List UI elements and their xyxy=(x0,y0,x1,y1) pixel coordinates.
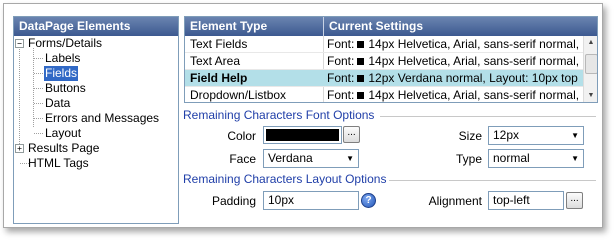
scroll-down-icon[interactable]: ▼ xyxy=(584,89,597,102)
expand-icon[interactable]: + xyxy=(15,144,24,153)
alignment-browse-button[interactable]: ... xyxy=(566,192,583,209)
color-swatch xyxy=(357,75,365,82)
tree-item-label: Data xyxy=(45,96,71,110)
current-settings-cell: Font: 14px Helvetica, Arial, sans-serif n… xyxy=(323,36,581,52)
tree-item-results-page[interactable]: + Results Page xyxy=(14,141,174,156)
chevron-down-icon: ▼ xyxy=(346,154,354,163)
grid-scrollbar[interactable]: ▲ ▼ xyxy=(583,36,597,102)
alignment-value: top-left xyxy=(493,193,530,207)
face-label: Face xyxy=(229,152,256,166)
tree-header: DataPage Elements xyxy=(14,17,178,36)
color-picker-field[interactable] xyxy=(263,126,342,144)
tree-item-label: Layout xyxy=(45,126,82,140)
datapage-settings-panel: DataPage Elements − Forms/Details Labels… xyxy=(3,3,603,228)
tree-item-labels[interactable]: Labels xyxy=(14,51,174,66)
size-select[interactable]: 12px ▼ xyxy=(488,126,584,145)
section-divider xyxy=(389,180,596,181)
font-prefix: Font: xyxy=(327,37,355,51)
padding-label: Padding xyxy=(211,194,256,208)
tree-item-fields[interactable]: Fields xyxy=(14,66,174,81)
settings-text: 14px Helvetica, Arial, sans-serif normal… xyxy=(368,37,580,51)
tree-item-label: HTML Tags xyxy=(28,156,89,170)
color-preview xyxy=(266,129,339,141)
element-type-cell: Text Fields xyxy=(190,37,248,51)
font-options-title: Remaining Characters Font Options xyxy=(183,108,375,122)
face-select-value: Verdana xyxy=(268,151,313,165)
tree-item-label: Buttons xyxy=(45,81,86,95)
font-prefix: Font: xyxy=(327,54,355,68)
tree-connector xyxy=(34,73,43,74)
tree-item-label: Labels xyxy=(45,51,81,65)
type-select[interactable]: normal ▼ xyxy=(488,149,584,168)
tree-connector xyxy=(34,118,43,119)
size-label: Size xyxy=(458,129,482,143)
type-select-value: normal xyxy=(493,151,530,165)
element-type-cell: Dropdown/Listbox xyxy=(190,88,287,102)
tree-connector xyxy=(34,133,43,134)
color-swatch xyxy=(357,92,365,99)
grid-row-text-fields[interactable]: Text Fields Font: 14px Helvetica, Arial, … xyxy=(185,36,583,53)
section-divider xyxy=(380,116,596,117)
settings-text: 14px Helvetica, Arial, sans-serif normal… xyxy=(368,88,580,102)
settings-text: 12px Verdana normal, Layout: 10px top xyxy=(368,71,578,85)
face-select[interactable]: Verdana ▼ xyxy=(263,149,359,168)
grid-row-field-help[interactable]: Field Help Font: 12px Verdana normal, Lay… xyxy=(185,70,583,87)
element-type-cell: Text Area xyxy=(190,54,241,68)
tree-item-layout[interactable]: Layout xyxy=(14,126,174,141)
color-swatch xyxy=(357,58,365,65)
grid-header: Element Type Current Settings xyxy=(185,17,597,36)
tree-item-buttons[interactable]: Buttons xyxy=(14,81,174,96)
collapse-icon[interactable]: − xyxy=(15,39,24,48)
color-swatch xyxy=(357,41,365,48)
chevron-down-icon: ▼ xyxy=(571,154,579,163)
tree-connector xyxy=(34,58,43,59)
color-browse-button[interactable]: ... xyxy=(343,126,360,143)
scroll-thumb[interactable] xyxy=(585,54,597,74)
grid-row-text-area[interactable]: Text Area Font: 14px Helvetica, Arial, sa… xyxy=(185,53,583,70)
alignment-input[interactable]: top-left xyxy=(488,191,564,210)
current-settings-cell: Font: 12px Verdana normal, Layout: 10px t… xyxy=(323,70,581,86)
padding-value: 10px xyxy=(268,193,295,207)
size-select-value: 12px xyxy=(493,128,520,142)
tree-item-errors-and-messages[interactable]: Errors and Messages xyxy=(14,111,174,126)
type-label: Type xyxy=(455,152,482,166)
tree-item-html-tags[interactable]: HTML Tags xyxy=(14,156,174,171)
tree-connector xyxy=(34,103,43,104)
font-prefix: Font: xyxy=(327,88,355,102)
grid-row-dropdown-listbox[interactable]: Dropdown/Listbox Font: 14px Helvetica, Ar… xyxy=(185,87,583,102)
current-settings-cell: Font: 14px Helvetica, Arial, sans-serif n… xyxy=(323,53,581,69)
column-header-current-settings[interactable]: Current Settings xyxy=(324,17,579,36)
layout-options-title: Remaining Characters Layout Options xyxy=(183,172,387,186)
alignment-label: Alignment xyxy=(428,194,482,208)
current-settings-cell: Font: 14px Helvetica, Arial, sans-serif n… xyxy=(323,87,581,102)
tree-item-label: Results Page xyxy=(28,141,100,155)
padding-input[interactable]: 10px xyxy=(263,191,359,210)
datapage-elements-tree: DataPage Elements − Forms/Details Labels… xyxy=(13,16,179,224)
column-header-element-type[interactable]: Element Type xyxy=(185,17,323,36)
font-prefix: Font: xyxy=(327,71,355,85)
element-settings-grid: Element Type Current Settings Text Field… xyxy=(184,16,598,103)
element-type-cell: Field Help xyxy=(190,71,248,85)
scroll-up-icon[interactable]: ▲ xyxy=(584,36,597,49)
tree-item-label: Forms/Details xyxy=(28,36,103,50)
chevron-down-icon: ▼ xyxy=(571,131,579,140)
tree-item-label: Errors and Messages xyxy=(45,111,160,125)
tree-item-data[interactable]: Data xyxy=(14,96,174,111)
tree-item-forms-details[interactable]: − Forms/Details xyxy=(14,36,174,51)
help-icon[interactable]: ? xyxy=(361,193,376,208)
settings-text: 14px Helvetica, Arial, sans-serif normal… xyxy=(368,54,580,68)
color-label: Color xyxy=(227,129,256,143)
tree-item-label: Fields xyxy=(44,66,79,81)
tree-connector xyxy=(34,88,43,89)
